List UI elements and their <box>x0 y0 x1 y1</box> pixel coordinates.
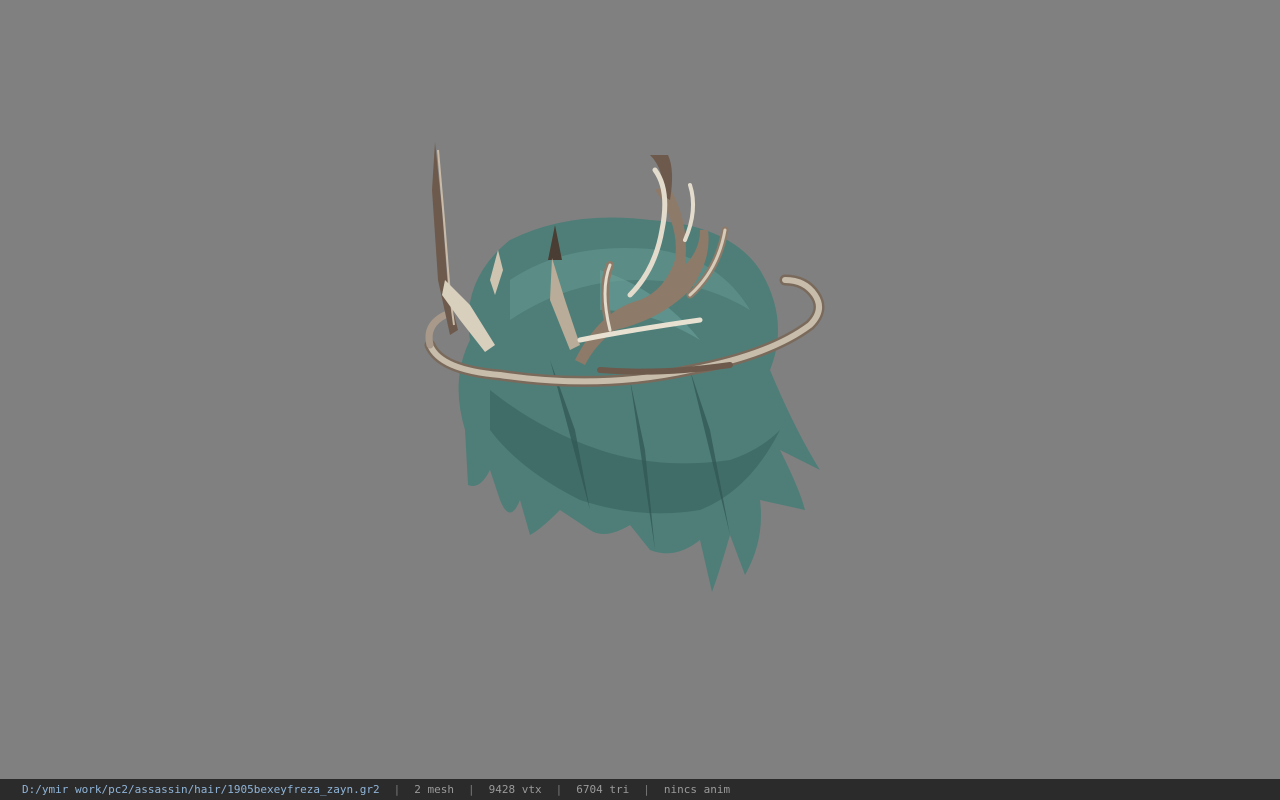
status-bar: D:/ymir work/pc2/assassin/hair/1905bexey… <box>0 779 1280 800</box>
separator: | <box>393 783 401 796</box>
separator: | <box>468 783 475 796</box>
3d-viewport[interactable] <box>0 0 1280 779</box>
triangle-count: 6704 tri <box>576 783 630 796</box>
hair-mesh <box>458 217 820 592</box>
hair-model-render <box>424 142 825 592</box>
animation-status: nincs anim <box>663 783 731 796</box>
mesh-count: 2 mesh <box>414 783 454 796</box>
separator: | <box>555 783 563 796</box>
vertex-count: 9428 vtx <box>488 783 542 796</box>
file-path: D:/ymir work/pc2/assassin/hair/1905bexey… <box>22 783 380 796</box>
separator: | <box>643 783 650 796</box>
